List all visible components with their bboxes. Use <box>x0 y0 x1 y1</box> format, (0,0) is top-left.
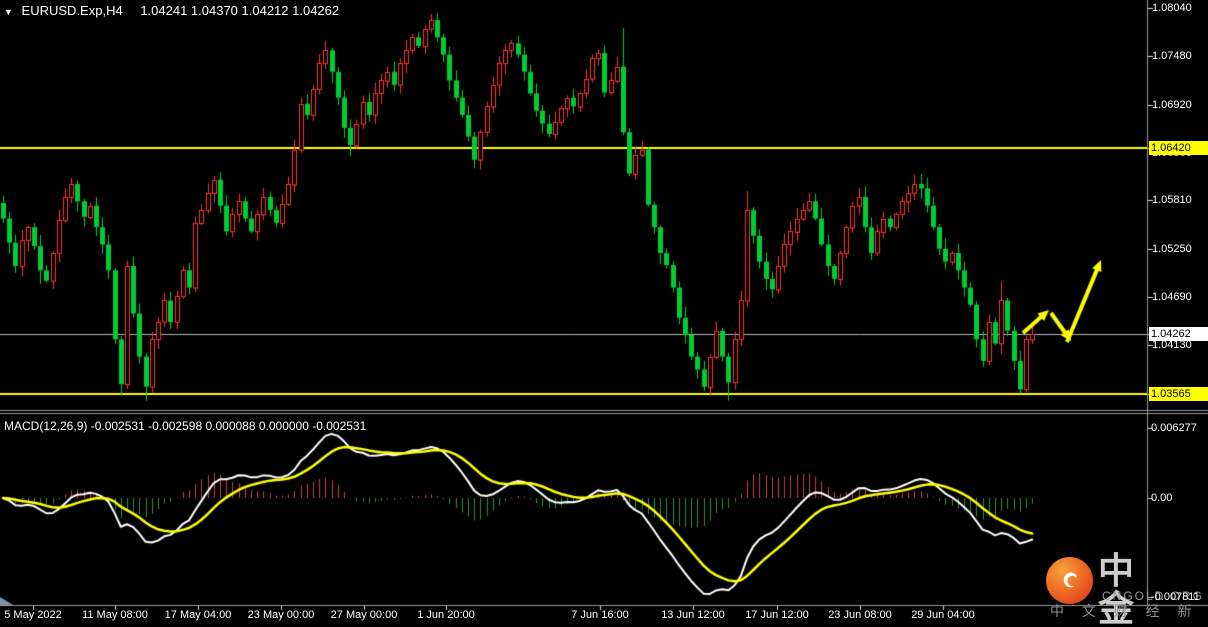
symbol-timeframe-label: EURUSD.Exp,H4 <box>21 3 123 18</box>
time-axis-label: 29 Jun 04:00 <box>911 609 975 621</box>
time-axis-label: 17 Jun 12:00 <box>745 609 809 621</box>
price-axis-label: 1.07480 <box>1152 50 1192 62</box>
time-axis-label: 11 May 08:00 <box>82 609 148 621</box>
price-axis-label: 1.05250 <box>1152 243 1192 255</box>
watermark-tagline-text: 中 文 财 经 新 媒 体 <box>1050 603 1208 619</box>
price-level-badge: 1.04262 <box>1149 327 1208 341</box>
macd-axis-label: 0.00 <box>1151 492 1173 504</box>
trading-chart-window: ▼ EURUSD.Exp,H4 1.04241 1.04370 1.04212 … <box>0 0 1208 627</box>
time-axis-label: 27 May 00:00 <box>330 609 398 621</box>
macd-axis-label: 0.006277 <box>1151 422 1197 434</box>
ohlc-readout: 1.04241 1.04370 1.04212 1.04262 <box>140 3 340 18</box>
time-axis-label: 1 Jun 20:00 <box>417 609 475 621</box>
symbol-caret-icon[interactable]: ▼ <box>4 7 13 17</box>
price-level-badge: 1.06420 <box>1149 141 1208 155</box>
macd-axis-label: -0.007811 <box>1151 591 1200 603</box>
time-axis-label: 5 May 2022 <box>4 609 62 621</box>
time-axis-label: 13 Jun 12:00 <box>661 609 725 621</box>
price-level-badge: 1.03565 <box>1149 387 1208 401</box>
logo-swirl-icon <box>1063 572 1077 588</box>
time-axis-label: 17 May 04:00 <box>164 609 232 621</box>
price-chart-canvas[interactable] <box>0 0 1208 627</box>
price-axis-label: 1.04690 <box>1152 291 1192 303</box>
time-axis-label: 7 Jun 16:00 <box>571 609 629 621</box>
macd-indicator-label: MACD(12,26,9) -0.002531 -0.002598 0.0000… <box>4 419 367 433</box>
price-axis-label: 1.08040 <box>1152 2 1192 14</box>
time-axis-label: 23 Jun 08:00 <box>828 609 892 621</box>
time-axis-label: 23 May 00:00 <box>247 609 315 621</box>
cngold-logo-icon <box>1046 557 1093 604</box>
price-axis-label: 1.06920 <box>1152 99 1192 111</box>
chart-title: ▼ EURUSD.Exp,H4 1.04241 1.04370 1.04212 … <box>4 3 339 18</box>
price-axis-label: 1.05810 <box>1152 194 1192 206</box>
